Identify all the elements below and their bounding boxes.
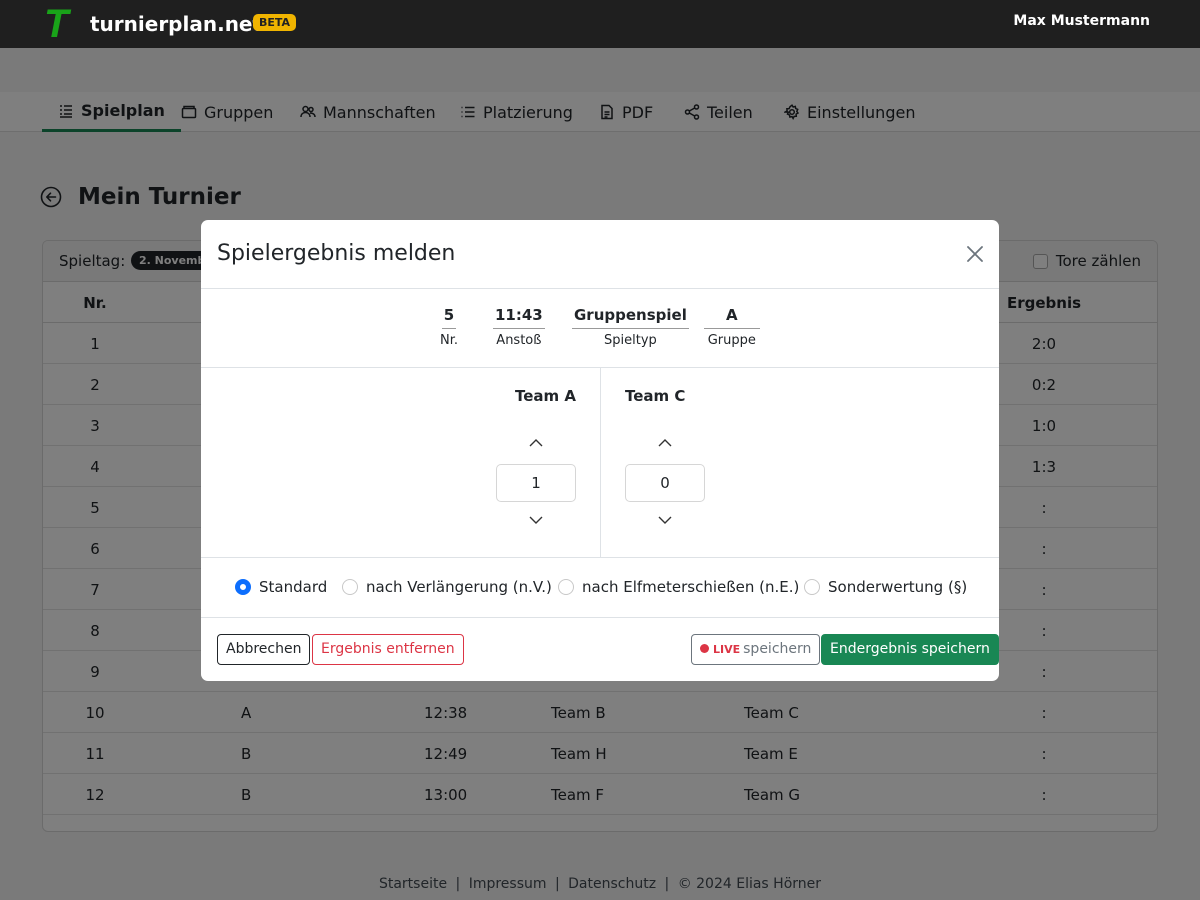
radio-extra-time[interactable]: nach Verlängerung (n.V.) <box>342 578 552 596</box>
live-dot-icon <box>700 644 709 653</box>
result-dialog: Spielergebnis melden 5 Nr. 11:43 Anstoß … <box>201 220 999 681</box>
footer-copyright: © 2024 Elias Hörner <box>677 876 822 892</box>
brand-logo[interactable]: T <box>44 4 68 44</box>
footer-link-impressum[interactable]: Impressum <box>469 876 547 892</box>
radio-standard[interactable]: Standard <box>235 578 327 596</box>
away-score-input[interactable]: 0 <box>625 464 705 502</box>
remove-result-button[interactable]: Ergebnis entfernen <box>312 634 464 665</box>
score-entry: Team A 1 Team C 0 <box>201 368 999 558</box>
footer-separator: | <box>554 876 560 892</box>
radio-button[interactable] <box>558 579 574 595</box>
home-score-input[interactable]: 1 <box>496 464 576 502</box>
home-team-name: Team A <box>515 387 576 405</box>
info-nr: 5 Nr. <box>440 306 459 348</box>
info-group: A Gruppe <box>704 305 760 348</box>
footer-separator: | <box>455 876 461 892</box>
dialog-footer: Abbrechen Ergebnis entfernen LIVE speiche… <box>201 618 999 681</box>
away-increment-chevron-up-icon[interactable] <box>657 435 673 451</box>
match-info: 5 Nr. 11:43 Anstoß Gruppenspiel Spieltyp… <box>201 289 999 368</box>
radio-penalties[interactable]: nach Elfmeterschießen (n.E.) <box>558 578 799 596</box>
beta-badge: BETA <box>253 14 297 31</box>
radio-button[interactable] <box>804 579 820 595</box>
home-decrement-chevron-down-icon[interactable] <box>528 512 544 528</box>
dialog-title: Spielergebnis melden <box>217 241 456 266</box>
info-kickoff: 11:43 Anstoß <box>493 306 545 348</box>
result-type-options: Standard nach Verlängerung (n.V.) nach E… <box>201 558 999 618</box>
footer-separator: | <box>664 876 670 892</box>
dialog-header: Spielergebnis melden <box>201 220 999 289</box>
score-divider <box>600 368 601 558</box>
top-bar: T turnierplan.net BETA Max Mustermann <box>0 0 1200 48</box>
close-icon[interactable] <box>965 244 985 264</box>
user-menu[interactable]: Max Mustermann <box>1013 13 1150 29</box>
radio-special[interactable]: Sonderwertung (§) <box>804 578 967 596</box>
away-decrement-chevron-down-icon[interactable] <box>657 512 673 528</box>
radio-button[interactable] <box>342 579 358 595</box>
live-save-button[interactable]: LIVE speichern <box>691 634 821 665</box>
brand-name[interactable]: turnierplan.net <box>90 12 262 36</box>
footer-link-datenschutz[interactable]: Datenschutz <box>568 876 656 892</box>
info-match-type: Gruppenspiel Spieltyp <box>572 306 689 348</box>
home-increment-chevron-up-icon[interactable] <box>528 435 544 451</box>
footer-link-startseite[interactable]: Startseite <box>379 876 447 892</box>
away-team-name: Team C <box>625 387 686 405</box>
page-footer: Startseite | Impressum | Datenschutz | ©… <box>0 876 1200 892</box>
radio-button[interactable] <box>235 579 251 595</box>
save-final-result-button[interactable]: Endergebnis speichern <box>821 634 999 665</box>
cancel-button[interactable]: Abbrechen <box>217 634 311 665</box>
